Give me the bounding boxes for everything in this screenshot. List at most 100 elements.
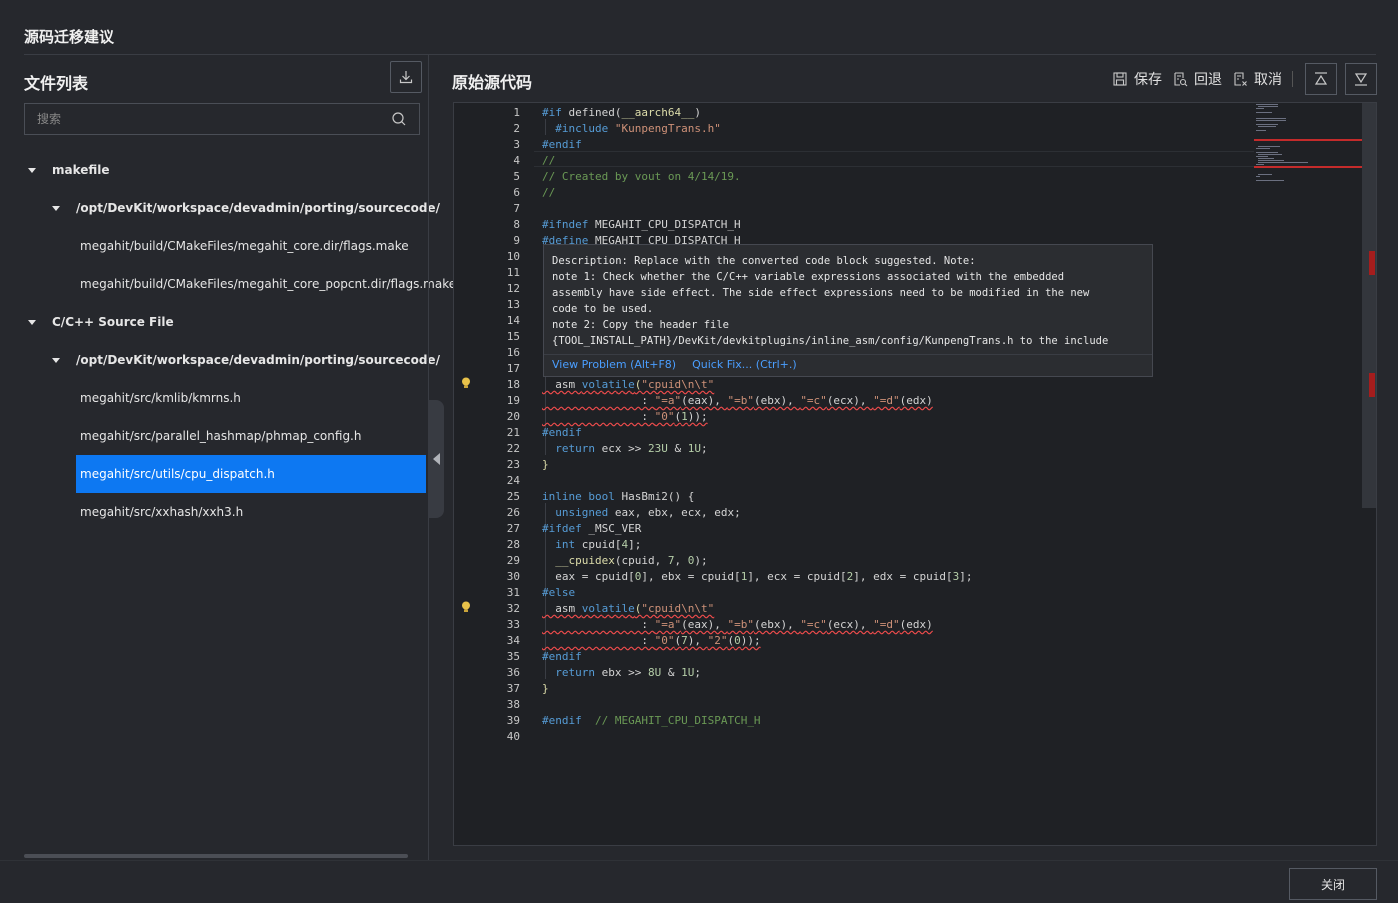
code-editor[interactable]: 1 #if defined(__aarch64__) 2 #include "Ku… (453, 102, 1377, 846)
line-number: 40 (506, 730, 520, 743)
line-number: 33 (506, 618, 520, 631)
code-token: bool (588, 490, 615, 503)
search-input[interactable] (25, 104, 385, 134)
scroll-top-button[interactable] (1305, 63, 1337, 95)
caret-down-icon[interactable] (28, 319, 36, 325)
line-number: 36 (506, 666, 520, 679)
hover-actions: View Problem (Alt+F8) Quick Fix... (Ctrl… (544, 354, 1152, 376)
code-line: 7 (454, 201, 1254, 217)
line-number: 25 (506, 490, 520, 503)
code-token: return (542, 666, 595, 679)
tree-file[interactable]: megahit/build/CMakeFiles/megahit_core_po… (76, 266, 456, 302)
tree-group-cpp[interactable]: C/C++ Source File (28, 304, 174, 340)
export-button[interactable] (390, 61, 422, 93)
line-number: 30 (506, 570, 520, 583)
code-token: #endif (542, 426, 582, 439)
tree-file[interactable]: megahit/src/kmlib/kmrns.h (76, 380, 241, 416)
cancel-button[interactable]: 取消 (1232, 69, 1282, 89)
tree-folder[interactable]: /opt/DevKit/workspace/devadmin/porting/s… (52, 190, 440, 226)
tree-file[interactable]: megahit/build/CMakeFiles/megahit_core.di… (76, 228, 409, 264)
code-token: asm (542, 378, 582, 391)
scrollbar-thumb[interactable] (1362, 103, 1376, 508)
revert-button[interactable]: 回退 (1172, 69, 1222, 89)
code-token: 1U (687, 442, 701, 455)
code-token: #if (542, 106, 562, 119)
view-problem-link[interactable]: View Problem (Alt+F8) (552, 355, 676, 376)
code-line: 18 asm volatile("cpuid\n\t" (454, 377, 1254, 393)
code-token: ), (687, 634, 708, 647)
collapse-panel-handle[interactable] (428, 400, 444, 518)
code-token: "KunpengTrans.h" (614, 122, 721, 135)
code-token: defined( (561, 106, 622, 119)
error-marker (1369, 373, 1375, 397)
code-line: 36 return ebx >> 8U & 1U; (454, 665, 1254, 681)
search-icon[interactable] (391, 111, 407, 127)
tree-file[interactable]: megahit/src/xxhash/xxh3.h (76, 494, 243, 530)
code-token: (cpuid, (614, 554, 668, 567)
editor-toolbar: 保存 回退 取消 (1112, 64, 1303, 94)
code-token: ], ebx = cpuid[ (641, 570, 741, 583)
code-token: __aarch64__ (621, 106, 695, 119)
footer-divider (0, 860, 1398, 861)
code-token: ; (700, 442, 708, 455)
save-button[interactable]: 保存 (1112, 69, 1162, 89)
code-token: ; (694, 666, 701, 679)
code-line: 37} (454, 681, 1254, 697)
code-line: 34 : "0"(7), "2"(0)); (454, 633, 1254, 649)
caret-down-icon[interactable] (52, 205, 60, 211)
code-line: 30 eax = cpuid[0], ebx = cpuid[1], ecx =… (454, 569, 1254, 585)
close-button[interactable]: 关闭 (1289, 868, 1377, 900)
lightbulb-icon[interactable] (461, 377, 471, 389)
code-token: , (674, 554, 688, 567)
toolbar-separator (1292, 71, 1293, 87)
line-number: 6 (513, 186, 520, 199)
code-token: (eax), (681, 394, 728, 407)
code-line: 8 #ifndef MEGAHIT_CPU_DISPATCH_H (454, 217, 1254, 233)
code-line: 24 (454, 473, 1254, 489)
code-token: return (542, 442, 595, 455)
code-token: "=a" (654, 394, 682, 407)
code-token: volatile (581, 378, 635, 391)
code-token: 8U (647, 666, 662, 679)
dialog-title: 源码迁移建议 (24, 28, 115, 46)
code-token: ); (694, 554, 708, 567)
code-token: #endif (542, 650, 582, 663)
file-list-panel: 文件列表 makefile /opt/DevKit/workspace/deva… (0, 55, 456, 860)
code-line: 39 #endif // MEGAHIT_CPU_DISPATCH_H (454, 713, 1254, 729)
tree-folder[interactable]: /opt/DevKit/workspace/devadmin/porting/s… (52, 342, 440, 378)
file-list-title: 文件列表 (24, 74, 89, 93)
line-number: 35 (506, 650, 520, 663)
hover-line: note 2: Copy the header file (552, 319, 730, 331)
caret-down-icon[interactable] (28, 167, 36, 173)
code-line: 22 return ecx >> 23U & 1U; (454, 441, 1254, 457)
lightbulb-icon[interactable] (461, 601, 471, 613)
scroll-bottom-button[interactable] (1345, 63, 1377, 95)
code-token: (eax), (681, 618, 728, 631)
hover-description: Description: Replace with the converted … (544, 245, 1152, 347)
tree-group-makefile[interactable]: makefile (28, 152, 110, 188)
code-token: eax = cpuid[ (542, 570, 635, 583)
vertical-scrollbar[interactable] (1362, 103, 1376, 845)
error-marker (1369, 251, 1375, 275)
minimap[interactable] (1254, 103, 1364, 223)
line-number: 22 (506, 442, 520, 455)
line-number: 12 (506, 282, 520, 295)
hover-line: code to be used. (552, 303, 654, 315)
line-number: 32 (506, 602, 520, 615)
line-number: 28 (506, 538, 520, 551)
code-token: asm (542, 602, 582, 615)
code-token: ], ecx = cpuid[ (747, 570, 847, 583)
tree-file-selected[interactable]: megahit/src/utils/cpu_dispatch.h (76, 455, 426, 493)
code-token: (ecx), (826, 394, 874, 407)
line-number: 14 (506, 314, 520, 327)
tree-file[interactable]: megahit/src/parallel_hashmap/phmap_confi… (76, 418, 361, 454)
code-token: (ecx), (826, 618, 874, 631)
line-number: 37 (506, 682, 520, 695)
caret-down-icon[interactable] (52, 357, 60, 363)
code-line: 1 #if defined(__aarch64__) (454, 105, 1254, 121)
horizontal-scrollbar[interactable] (24, 854, 408, 858)
code-line: 28 int cpuid[4]; (454, 537, 1254, 553)
code-token: eax, ebx, ecx, edx; (608, 506, 741, 519)
line-number: 29 (506, 554, 520, 567)
quick-fix-link[interactable]: Quick Fix... (Ctrl+.) (692, 355, 797, 376)
